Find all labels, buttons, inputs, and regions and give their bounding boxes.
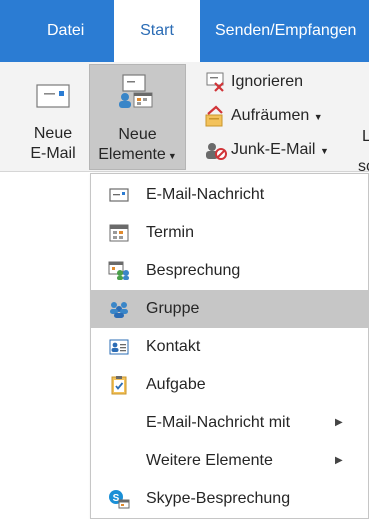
menu-item-email-with[interactable]: E-Mail-Nachricht mit ▶: [91, 404, 368, 442]
ignore-button[interactable]: Ignorieren: [204, 70, 303, 94]
menu-item-label: Besprechung: [146, 262, 241, 279]
menu-item-skype-meeting[interactable]: S Skype-Besprechung: [91, 480, 368, 518]
ribbon-tab-bar: Datei Start Senden/Empfangen: [0, 0, 369, 62]
tab-senden-empfangen[interactable]: Senden/Empfangen: [215, 0, 356, 62]
submenu-arrow-icon: ▶: [335, 417, 343, 428]
menu-item-label: Kontakt: [146, 338, 201, 355]
group-icon: [110, 302, 128, 318]
cleanup-label: Aufräumen: [231, 107, 310, 124]
junk-email-button[interactable]: Junk-E-Mail ▼: [204, 138, 329, 162]
cleanup-button[interactable]: Aufräumen ▼: [204, 104, 323, 128]
menu-item-label: Weitere Elemente: [146, 452, 273, 469]
tab-start[interactable]: Start: [114, 0, 200, 62]
menu-item-label: Skype-Besprechung: [146, 490, 291, 507]
menu-item-contact[interactable]: Kontakt: [91, 328, 368, 366]
menu-item-label: Aufgabe: [146, 376, 206, 393]
clipped-ribbon-label: L: [362, 128, 369, 145]
chevron-down-icon: ▼: [317, 146, 329, 156]
junk-label: Junk-E-Mail: [231, 141, 316, 158]
tab-datei[interactable]: Datei: [47, 0, 84, 62]
skype-meeting-icon: S: [109, 490, 130, 509]
menu-item-appointment[interactable]: Termin: [91, 214, 368, 252]
task-clipboard-icon: [111, 376, 127, 395]
menu-item-label: E-Mail-Nachricht mit: [146, 414, 291, 431]
new-items-button[interactable]: Neue Elemente ▼: [89, 64, 186, 170]
new-email-label-2: E-Mail: [30, 145, 76, 162]
new-items-label-2: Elemente ▼: [98, 146, 177, 163]
menu-item-label: Gruppe: [146, 300, 200, 317]
envelope-icon: [36, 84, 70, 108]
new-email-label-1: Neue: [33, 125, 73, 142]
menu-item-email-message[interactable]: E-Mail-Nachricht: [91, 176, 368, 214]
cleanup-icon: [204, 105, 228, 127]
new-email-button[interactable]: Neue E-Mail: [22, 64, 84, 170]
menu-item-task[interactable]: Aufgabe: [91, 366, 368, 404]
calendar-icon: [109, 224, 129, 242]
new-items-icon: [119, 74, 153, 108]
menu-item-label: E-Mail-Nachricht: [146, 186, 265, 203]
meeting-icon: [108, 261, 129, 280]
menu-item-meeting[interactable]: Besprechung: [91, 252, 368, 290]
ignore-icon: [204, 71, 228, 93]
new-items-label-1: Neue: [118, 126, 157, 143]
envelope-icon: [109, 188, 129, 202]
contact-card-icon: [109, 339, 129, 355]
ignore-label: Ignorieren: [231, 73, 304, 90]
junk-icon: [204, 139, 228, 161]
chevron-down-icon: ▼: [167, 151, 177, 161]
ribbon-start: Neue E-Mail Neue Elemente ▼ Ignorieren Au…: [0, 62, 369, 172]
new-items-dropdown-menu: E-Mail-Nachricht Termin Besprechung Grup…: [90, 173, 369, 519]
submenu-arrow-icon: ▶: [335, 455, 343, 466]
menu-item-group[interactable]: Gruppe: [91, 290, 368, 328]
menu-item-label: Termin: [146, 224, 195, 241]
menu-item-more-items[interactable]: Weitere Elemente ▶: [91, 442, 368, 480]
chevron-down-icon: ▼: [311, 112, 323, 122]
